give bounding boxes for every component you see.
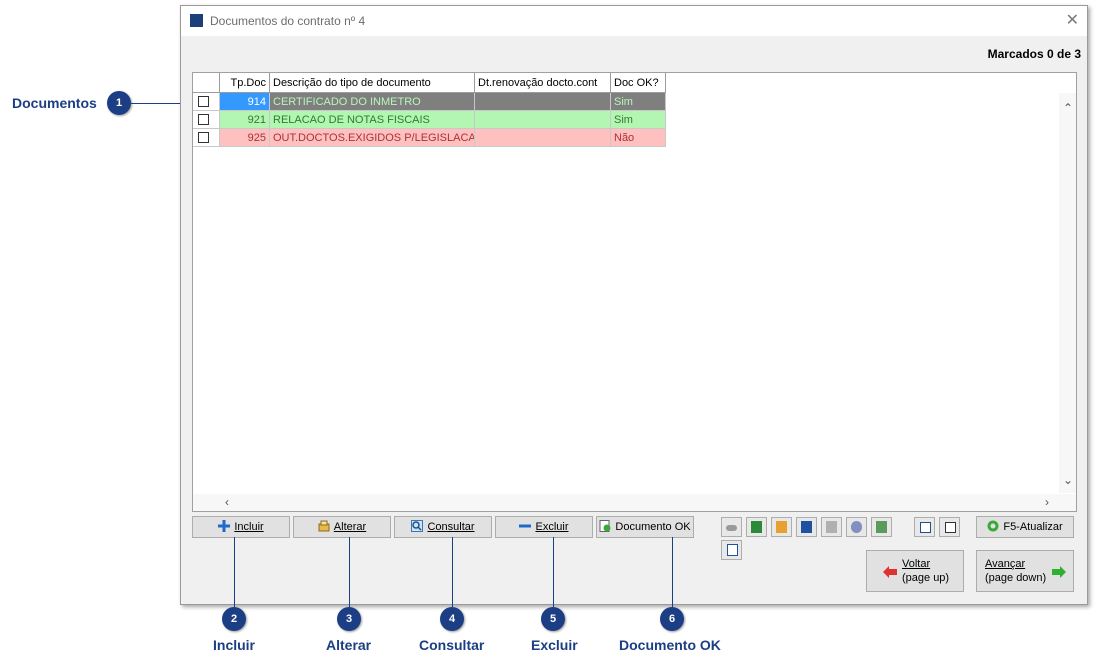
header-descricao[interactable]: Descrição do tipo de documento — [270, 73, 475, 93]
horizontal-scrollbar[interactable]: ‹ › — [193, 494, 1076, 511]
cell-ok: Sim — [611, 111, 666, 129]
cell-code: 914 — [220, 93, 270, 111]
header-tp-doc[interactable]: Tp.Doc — [220, 73, 270, 93]
header-dt-renovacao[interactable]: Dt.renovação docto.cont — [475, 73, 611, 93]
callout-line-2 — [234, 537, 235, 607]
callout-badge-5: 5 — [541, 607, 565, 631]
glasses-icon — [726, 525, 737, 531]
avancar-label-2: (page down) — [985, 572, 1047, 584]
minus-icon — [519, 524, 532, 528]
header-doc-ok[interactable]: Doc OK? — [611, 73, 666, 93]
alterar-button[interactable]: Alterar — [293, 516, 391, 538]
consultar-label: Consultar — [427, 521, 475, 533]
scroll-right-icon[interactable]: › — [1045, 495, 1049, 509]
gear-icon — [851, 521, 862, 533]
documento-ok-button[interactable]: Documento OK — [596, 516, 694, 538]
row-checkbox[interactable] — [198, 96, 209, 107]
folder-icon — [776, 521, 787, 533]
refresh-icon — [987, 520, 999, 532]
documento-ok-label: Documento OK — [615, 521, 691, 533]
window-title: Documentos do contrato nº 4 — [210, 14, 366, 28]
cell-desc: RELACAO DE NOTAS FISCAIS — [270, 111, 475, 129]
callout-label-documento-ok: Documento OK — [619, 637, 721, 653]
cell-code: 925 — [220, 129, 270, 147]
callout-badge-3: 3 — [337, 607, 361, 631]
marked-count: Marcados 0 de 3 — [987, 47, 1081, 61]
cell-date — [475, 93, 611, 111]
row-checkbox[interactable] — [198, 114, 209, 125]
avancar-label-1: Avançar — [985, 558, 1026, 570]
scroll-up-icon[interactable]: ⌃ — [1063, 101, 1073, 115]
incluir-label: Incluir — [234, 521, 264, 533]
settings-button[interactable] — [846, 517, 867, 537]
title-bar: Documentos do contrato nº 4 ✕ — [181, 6, 1087, 36]
checkbox-checked-icon — [920, 522, 931, 533]
callout-line-4 — [452, 537, 453, 607]
print-button[interactable] — [821, 517, 842, 537]
callout-badge-2: 2 — [222, 607, 246, 631]
app-icon — [190, 14, 203, 27]
row-checkbox[interactable] — [198, 132, 209, 143]
plus-icon — [218, 520, 231, 532]
scroll-down-icon[interactable]: ⌄ — [1063, 473, 1073, 487]
alterar-label: Alterar — [333, 521, 367, 533]
cell-code: 921 — [220, 111, 270, 129]
callout-badge-6: 6 — [660, 607, 684, 631]
documents-grid[interactable]: Tp.Doc Descrição do tipo de documento Dt… — [192, 72, 1077, 512]
callout-label-alterar: Alterar — [326, 637, 372, 653]
search-icon — [411, 520, 424, 532]
sort-icon — [801, 521, 812, 533]
view-button[interactable] — [721, 517, 742, 537]
callout-badge-1: 1 — [107, 91, 131, 115]
callout-line-6 — [672, 537, 673, 607]
excluir-label: Excluir — [535, 521, 569, 533]
consultar-button[interactable]: Consultar — [394, 516, 492, 538]
arrow-left-icon — [883, 566, 897, 578]
checklist-button[interactable] — [721, 540, 742, 560]
row-select-cell[interactable] — [193, 93, 220, 111]
cell-desc: CERTIFICADO DO INMETRO — [270, 93, 475, 111]
row-select-cell[interactable] — [193, 111, 220, 129]
sort-button[interactable] — [796, 517, 817, 537]
edit-icon — [318, 520, 330, 532]
callout-label-incluir: Incluir — [213, 637, 256, 653]
excel-icon — [751, 521, 762, 533]
check-all-button[interactable] — [914, 517, 935, 537]
row-select-cell[interactable] — [193, 129, 220, 147]
callout-badge-4: 4 — [440, 607, 464, 631]
voltar-label-1: Voltar — [902, 558, 931, 570]
checkbox-empty-icon — [945, 522, 956, 533]
doc-check-icon — [599, 520, 611, 532]
checklist-icon — [727, 544, 738, 556]
avancar-button[interactable]: Avançar (page down) — [976, 550, 1074, 592]
documents-window: Documentos do contrato nº 4 ✕ Marcados 0… — [180, 5, 1088, 605]
excel-export-button[interactable] — [746, 517, 767, 537]
scroll-left-icon[interactable]: ‹ — [225, 495, 229, 509]
arrow-right-icon — [1052, 566, 1066, 578]
incluir-button[interactable]: Incluir — [192, 516, 290, 538]
printer-icon — [826, 521, 837, 533]
atualizar-button[interactable]: F5-Atualizar — [976, 516, 1074, 538]
close-icon[interactable]: ✕ — [1066, 10, 1079, 30]
callout-label-documentos: Documentos — [12, 95, 97, 111]
vertical-scrollbar[interactable]: ⌃ ⌄ — [1059, 93, 1076, 493]
callout-label-excluir: Excluir — [531, 637, 578, 653]
uncheck-all-button[interactable] — [939, 517, 960, 537]
cell-ok: Não — [611, 129, 666, 147]
cell-desc: OUT.DOCTOS.EXIGIDOS P/LEGISLACAO — [270, 129, 475, 147]
cell-ok: Sim — [611, 93, 666, 111]
callout-line-3 — [349, 537, 350, 607]
voltar-button[interactable]: Voltar (page up) — [866, 550, 964, 592]
callout-label-consultar: Consultar — [419, 637, 485, 653]
voltar-label-2: (page up) — [902, 572, 950, 584]
cell-date — [475, 129, 611, 147]
stamp-button[interactable] — [871, 517, 892, 537]
atualizar-label: F5-Atualizar — [1003, 521, 1063, 533]
folder-button[interactable] — [771, 517, 792, 537]
excluir-button[interactable]: Excluir — [495, 516, 593, 538]
header-select — [193, 73, 220, 93]
stamp-icon — [876, 521, 887, 533]
callout-line-5 — [553, 537, 554, 607]
cell-date — [475, 111, 611, 129]
